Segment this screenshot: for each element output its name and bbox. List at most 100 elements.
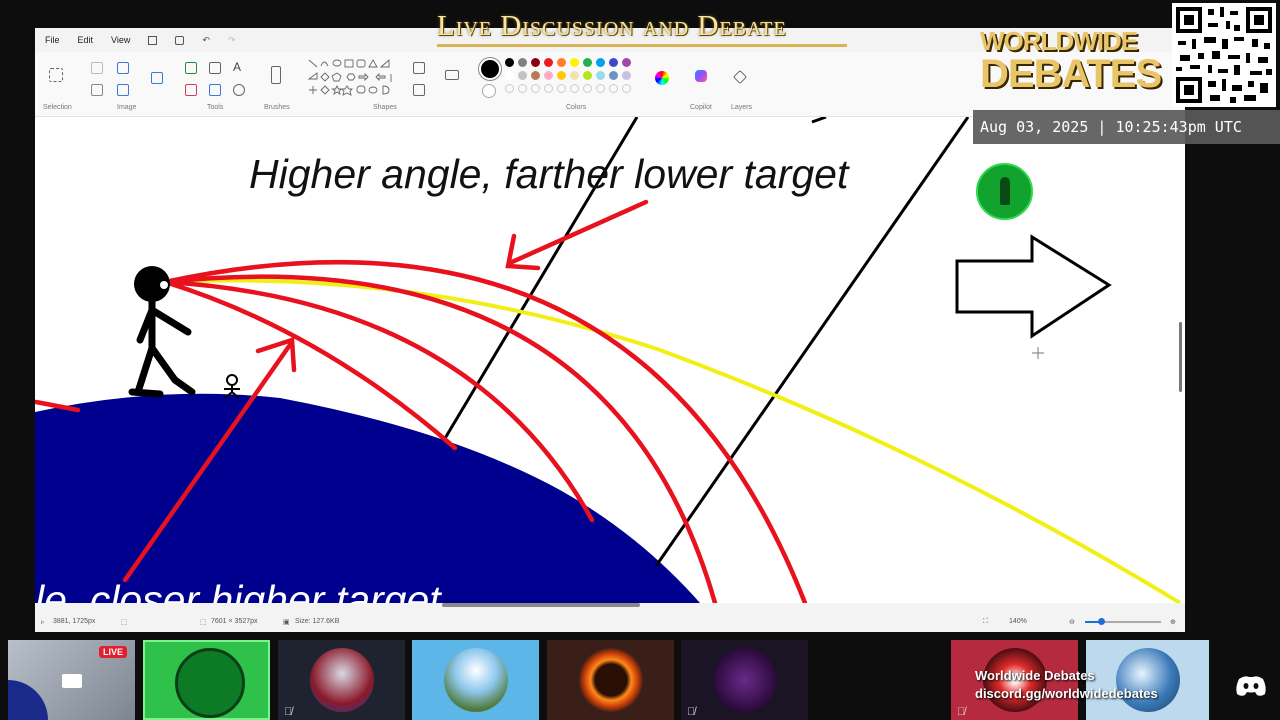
zoom-in-icon[interactable]: ⊕ [1170, 618, 1176, 626]
color-swatch[interactable] [505, 58, 514, 67]
rotate-icon[interactable] [151, 72, 163, 84]
color-swatch[interactable] [609, 58, 618, 67]
brush-icon[interactable] [271, 66, 281, 84]
avatar [578, 648, 643, 712]
shapes-gallery[interactable] [307, 58, 399, 100]
avatar [309, 648, 374, 712]
color-swatch[interactable] [609, 84, 618, 93]
fill-style-icon[interactable] [413, 84, 425, 96]
participant-tile-globe[interactable] [412, 640, 539, 720]
image-label: Image [117, 104, 137, 111]
color-swatch[interactable] [531, 71, 540, 80]
flip-icon[interactable] [117, 84, 129, 96]
menu-edit[interactable]: Edit [78, 35, 94, 45]
participant-tile-screenshare[interactable]: LIVE [8, 640, 135, 720]
menu-view[interactable]: View [111, 35, 130, 45]
avatar [712, 648, 777, 712]
magnifier-icon[interactable] [233, 84, 245, 96]
color-picker-icon[interactable] [209, 84, 221, 96]
color-swatch[interactable] [531, 58, 540, 67]
stream-title: Live Discussion and Debate [437, 10, 787, 42]
color-swatch[interactable] [570, 84, 579, 93]
zoom-select[interactable]: 140% [1009, 618, 1027, 625]
color-swatch[interactable] [531, 84, 540, 93]
color-swatch[interactable] [583, 84, 592, 93]
color-swatch[interactable] [518, 58, 527, 67]
date-time-badge: Aug 03, 2025 | 10:25:43pm UTC [973, 110, 1280, 144]
size-icon[interactable] [445, 70, 459, 80]
fill-icon[interactable] [209, 62, 221, 74]
vertical-scrollbar[interactable] [1179, 322, 1182, 392]
badge-silhouette-icon [1000, 177, 1010, 205]
pencil-icon[interactable] [185, 62, 197, 74]
color-swatch[interactable] [596, 84, 605, 93]
cursor-position: 3881, 1725px [53, 618, 96, 625]
color-swatch[interactable] [505, 71, 514, 80]
primary-color[interactable] [479, 58, 501, 80]
color-swatch[interactable] [622, 58, 631, 67]
color-swatch[interactable] [544, 71, 553, 80]
electric-globe-badge [976, 163, 1033, 220]
color-swatch[interactable] [609, 71, 618, 80]
crop-icon[interactable] [91, 62, 103, 74]
color-swatch[interactable] [557, 58, 566, 67]
copilot-label: Copilot [690, 104, 712, 111]
color-swatch[interactable] [596, 71, 605, 80]
save-icon[interactable] [148, 35, 158, 45]
zoom-slider[interactable] [1085, 618, 1161, 625]
outline-icon[interactable] [413, 62, 425, 74]
undo-icon[interactable]: ↶ [202, 35, 210, 46]
color-swatch[interactable] [557, 71, 566, 80]
color-swatch[interactable] [518, 84, 527, 93]
participant-tile-green[interactable] [143, 640, 270, 720]
color-swatch[interactable] [518, 71, 527, 80]
color-swatch[interactable] [570, 71, 579, 80]
file-size-icon: ▣ [283, 619, 290, 626]
fit-icon[interactable]: ⛶ [983, 618, 988, 626]
participant-tile-boxing[interactable]: 🎙̸ [278, 640, 405, 720]
selection-icon[interactable] [49, 68, 63, 82]
resize-icon[interactable] [117, 62, 129, 74]
status-bar: ▹ 3881, 1725px ⬚ ⬚ 7601 × 3527px ▣ Size:… [35, 612, 1185, 632]
color-swatch[interactable] [596, 58, 605, 67]
color-swatch[interactable] [570, 58, 579, 67]
color-swatch[interactable] [557, 84, 566, 93]
redo-icon[interactable]: ↷ [228, 35, 236, 46]
color-swatch[interactable] [544, 84, 553, 93]
canvas-size-icon: ⬚ [200, 619, 207, 626]
cursor-icon: ▹ [41, 619, 45, 626]
canvas-size: 7601 × 3527px [211, 618, 258, 625]
logo-line2: DEBATES [980, 52, 1162, 96]
discord-link: discord.gg/worldwidedebates [975, 686, 1158, 701]
zoom-slider-thumb[interactable] [1098, 618, 1105, 625]
eraser-icon[interactable] [185, 84, 197, 96]
copilot-icon[interactable] [695, 70, 707, 82]
color-swatch[interactable] [583, 58, 592, 67]
color-swatch[interactable] [505, 84, 514, 93]
selection-label: Selection [43, 104, 72, 111]
color-swatch[interactable] [583, 71, 592, 80]
color-swatch[interactable] [622, 71, 631, 80]
layers-icon[interactable] [732, 69, 748, 85]
discord-icon [1235, 675, 1267, 697]
zoom-out-icon[interactable]: ⊖ [1069, 618, 1075, 626]
menu-file[interactable]: File [45, 35, 60, 45]
earth-shape [35, 393, 700, 603]
color-swatch[interactable] [622, 84, 631, 93]
text-icon[interactable]: A [233, 60, 241, 74]
monitor-icon [62, 674, 82, 688]
shapes-label: Shapes [373, 104, 397, 111]
heading-top: Higher angle, farther lower target [249, 151, 849, 197]
select-all-icon[interactable] [91, 84, 103, 96]
edit-colors-icon[interactable] [655, 71, 669, 85]
file-size: Size: 127.6KB [295, 618, 340, 625]
tools-label: Tools [207, 104, 224, 111]
participant-tile-flowers[interactable]: 🎙̸ [681, 640, 808, 720]
horizontal-scrollbar[interactable] [442, 603, 640, 607]
participant-tile-q[interactable] [547, 640, 674, 720]
discord-name: Worldwide Debates [975, 668, 1095, 683]
red-arrow-down-shaft [509, 199, 649, 265]
secondary-color[interactable] [482, 84, 496, 98]
color-swatch[interactable] [544, 58, 553, 67]
share-icon[interactable] [175, 35, 185, 45]
